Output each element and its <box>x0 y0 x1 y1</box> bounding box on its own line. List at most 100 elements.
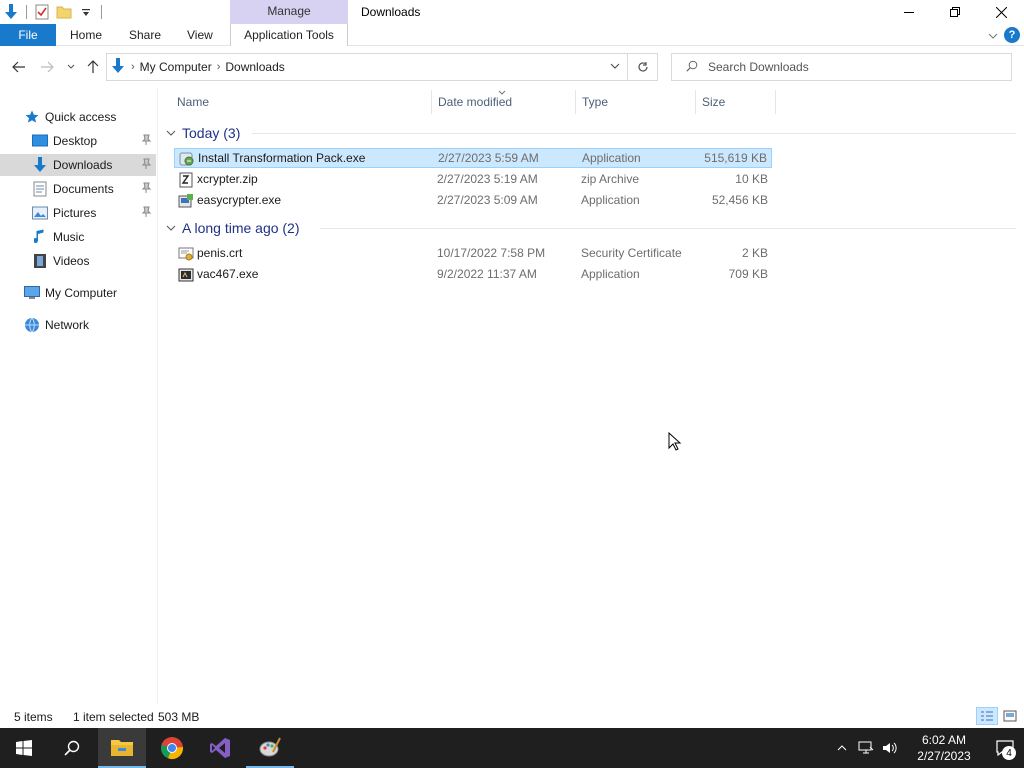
file-type: Security Certificate <box>581 246 682 260</box>
pin-icon[interactable] <box>140 206 152 218</box>
download-arrow-icon <box>32 157 48 173</box>
new-folder-icon[interactable] <box>53 1 75 23</box>
file-date: 10/17/2022 7:58 PM <box>437 246 546 260</box>
search-box[interactable] <box>671 53 1012 81</box>
file-name: easycrypter.exe <box>197 193 282 207</box>
status-item-count: 5 items <box>14 710 53 724</box>
notification-count-badge: 4 <box>1002 746 1016 760</box>
column-size[interactable]: Size <box>693 88 725 116</box>
file-row[interactable]: vac467.exe 9/2/2022 11:37 AM Application… <box>174 265 772 285</box>
file-row[interactable]: xcrypter.zip 2/27/2023 5:19 AM zip Archi… <box>174 170 772 190</box>
help-icon[interactable]: ? <box>1004 27 1020 43</box>
pin-icon[interactable] <box>140 158 152 170</box>
close-button[interactable] <box>978 0 1024 24</box>
column-date-modified[interactable]: Date modified <box>429 88 512 116</box>
tab-home[interactable]: Home <box>58 24 114 46</box>
column-name[interactable]: Name <box>168 88 209 116</box>
file-name: vac467.exe <box>197 267 259 281</box>
nav-my-computer[interactable]: My Computer <box>0 282 156 304</box>
customize-toolbar-icon[interactable] <box>75 1 97 23</box>
file-type: Application <box>582 151 641 165</box>
details-view-button[interactable] <box>976 707 998 725</box>
breadcrumb-my-computer[interactable]: My Computer <box>135 60 217 74</box>
file-row[interactable]: penis.crt 10/17/2022 7:58 PM Security Ce… <box>174 244 772 264</box>
group-header-today[interactable]: Today (3) <box>166 122 240 144</box>
chrome-icon[interactable] <box>148 728 196 768</box>
column-type[interactable]: Type <box>573 88 608 116</box>
maximize-button[interactable] <box>932 0 978 24</box>
documents-icon <box>32 181 48 197</box>
back-arrow-icon[interactable] <box>10 58 28 76</box>
navigation-pane: Quick access Desktop Downloads Documents <box>0 104 156 704</box>
nav-documents[interactable]: Documents <box>0 178 156 200</box>
window-controls <box>886 0 1024 24</box>
installer-icon <box>179 151 195 167</box>
nav-item-label: My Computer <box>45 286 118 300</box>
pictures-icon <box>32 205 48 221</box>
file-size: 2 KB <box>741 246 768 260</box>
address-history-chevron-icon[interactable] <box>609 60 623 74</box>
tab-share[interactable]: Share <box>117 24 173 46</box>
tab-view[interactable]: View <box>175 24 225 46</box>
file-date: 2/27/2023 5:09 AM <box>437 193 538 207</box>
column-divider[interactable] <box>775 90 776 114</box>
show-hidden-icons-chevron-icon[interactable] <box>830 728 854 768</box>
file-name: penis.crt <box>197 246 243 260</box>
minimize-button[interactable] <box>886 0 932 24</box>
nav-item-label: Network <box>45 318 90 332</box>
collapse-chevron-icon[interactable] <box>166 223 180 234</box>
up-arrow-icon[interactable] <box>84 58 102 76</box>
start-button[interactable] <box>0 728 48 768</box>
search-icon <box>686 60 698 75</box>
clock[interactable]: 6:02 AM 2/27/2023 <box>902 732 986 764</box>
address-bar[interactable]: › My Computer › Downloads <box>106 53 658 81</box>
pane-divider[interactable] <box>157 88 158 704</box>
paint-icon[interactable] <box>246 728 294 768</box>
group-header-long-ago[interactable]: A long time ago (2) <box>166 217 300 239</box>
refresh-icon[interactable] <box>627 54 657 80</box>
file-row[interactable]: Install Transformation Pack.exe 2/27/202… <box>174 148 772 168</box>
file-explorer-taskbar-icon[interactable] <box>98 728 146 768</box>
breadcrumb-downloads[interactable]: Downloads <box>220 60 289 74</box>
search-icon[interactable] <box>48 728 96 768</box>
action-center-button[interactable]: 4 <box>986 728 1024 768</box>
search-input[interactable] <box>708 60 988 74</box>
nav-pictures[interactable]: Pictures <box>0 202 156 224</box>
tab-application-tools[interactable]: Application Tools <box>230 24 348 46</box>
mouse-cursor-icon <box>668 431 682 452</box>
volume-icon[interactable] <box>878 728 902 768</box>
file-type: Application <box>581 267 640 281</box>
recent-locations-chevron-icon[interactable] <box>62 58 80 76</box>
nav-downloads[interactable]: Downloads <box>0 154 156 176</box>
nav-quick-access[interactable]: Quick access <box>0 106 156 128</box>
nav-network[interactable]: Network <box>0 314 156 336</box>
network-status-icon[interactable] <box>854 728 878 768</box>
clock-date: 2/27/2023 <box>917 749 971 763</box>
context-tab-group-manage: Manage <box>230 0 348 24</box>
forward-arrow-icon[interactable] <box>38 58 56 76</box>
tab-file[interactable]: File <box>0 24 56 46</box>
nav-videos[interactable]: Videos <box>0 250 156 272</box>
expand-ribbon-chevron-icon[interactable] <box>988 28 998 42</box>
collapse-chevron-icon[interactable] <box>166 128 180 139</box>
file-size: 52,456 KB <box>711 193 768 207</box>
group-divider-line <box>320 228 1016 229</box>
nav-desktop[interactable]: Desktop <box>0 130 156 152</box>
file-type: Application <box>581 193 640 207</box>
nav-music[interactable]: Music <box>0 226 156 248</box>
file-date: 2/27/2023 5:59 AM <box>438 151 539 165</box>
certificate-icon <box>178 246 194 262</box>
nav-item-label: Pictures <box>53 206 97 220</box>
ribbon-tabs: File Home Share View Application Tools ? <box>0 24 1024 46</box>
properties-icon[interactable] <box>31 1 53 23</box>
download-arrow-icon[interactable] <box>0 1 22 23</box>
pin-icon[interactable] <box>140 182 152 194</box>
large-icons-view-button[interactable] <box>999 707 1021 725</box>
file-date: 2/27/2023 5:19 AM <box>437 172 538 186</box>
app-icon <box>178 193 194 209</box>
file-row[interactable]: easycrypter.exe 2/27/2023 5:09 AM Applic… <box>174 191 772 211</box>
quick-access-toolbar <box>0 0 106 24</box>
pin-icon[interactable] <box>140 134 152 146</box>
file-date: 9/2/2022 11:37 AM <box>437 267 537 281</box>
visual-studio-icon[interactable] <box>196 728 244 768</box>
